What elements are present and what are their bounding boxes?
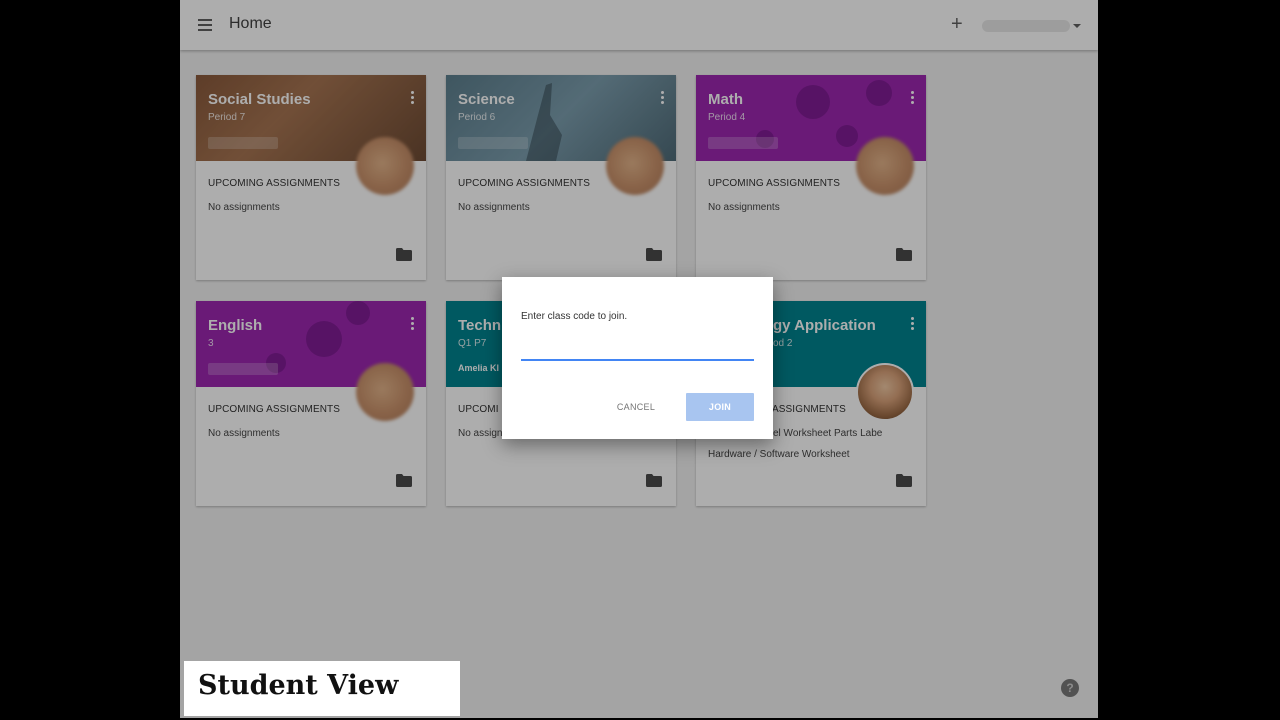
join-class-dialog: Enter class code to join. CANCEL JOIN [502, 277, 773, 439]
caption-text: Student View [198, 670, 399, 701]
student-view-caption: Student View [184, 661, 460, 716]
cancel-button[interactable]: CANCEL [606, 393, 666, 421]
class-code-input[interactable] [521, 337, 754, 361]
join-button[interactable]: JOIN [686, 393, 754, 421]
classroom-app: Home + Social Studies Period 7 UPCOMING … [180, 0, 1098, 718]
dialog-prompt: Enter class code to join. [521, 311, 628, 322]
